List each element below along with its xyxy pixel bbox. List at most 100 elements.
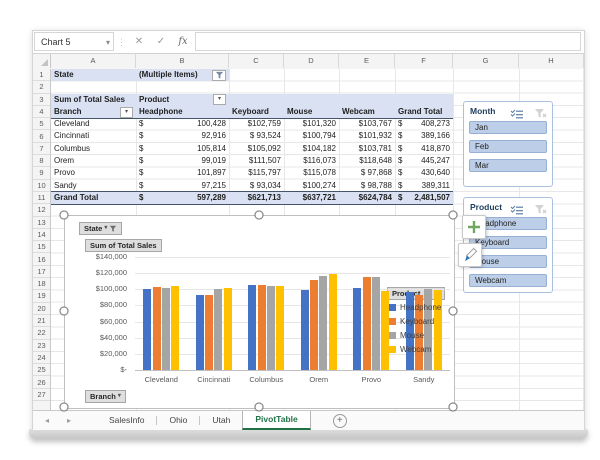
sheet-tab-pivottable[interactable]: PivotTable [242,411,311,430]
tab-scroll-left-icon[interactable]: ◂ [45,411,49,430]
row-header-11[interactable]: 11 [33,192,50,205]
chart-bar-mouse[interactable] [319,276,328,370]
page-filter-button[interactable] [212,69,226,81]
formula-input[interactable] [195,32,581,51]
column-header-E[interactable]: E [339,54,395,68]
column-header-A[interactable]: A [51,54,136,68]
legend-item-keyboard[interactable]: Keyboard [389,318,434,326]
chart-selection-handle[interactable] [448,402,458,412]
slicer-item-jan[interactable]: Jan [469,121,547,134]
legend-item-headphone[interactable]: Headphone [389,304,441,312]
column-field-dropdown-button[interactable]: ▾ [213,94,226,106]
row-header-14[interactable]: 14 [33,229,50,242]
chart-bar-webcam[interactable] [381,291,390,370]
chart-elements-button[interactable] [462,215,486,239]
chart-selection-handle[interactable] [448,210,458,220]
chart-page-field-button[interactable]: State ▾ [79,222,123,235]
row-header-5[interactable]: 5 [33,118,50,131]
row-header-15[interactable]: 15 [33,241,50,254]
row-header-10[interactable]: 10 [33,180,50,192]
sheet-tab-ohio[interactable]: Ohio [157,411,199,430]
row-header-16[interactable]: 16 [33,254,50,266]
chart-selection-handle[interactable] [59,210,69,220]
column-header-C[interactable]: C [229,54,284,68]
row-header-13[interactable]: 13 [33,217,50,229]
chart-bar-mouse[interactable] [214,288,223,370]
row-header-24[interactable]: 24 [33,352,50,365]
chart-bar-webcam[interactable] [276,286,285,370]
chart-bar-mouse[interactable] [424,289,433,370]
column-header-H[interactable]: H [519,54,584,68]
sheet-tab-utah[interactable]: Utah [200,411,242,430]
chart-bar-keyboard[interactable] [152,287,161,370]
row-header-25[interactable]: 25 [33,364,50,377]
row-header-12[interactable]: 12 [33,204,50,217]
pivot-grand-total-row: Grand Total $597,289 $621,713 $637,721 $624,… [51,191,453,205]
chart-bar-keyboard[interactable] [257,285,266,370]
row-header-20[interactable]: 20 [33,303,50,315]
chart-bar-keyboard[interactable] [205,294,214,370]
chart-bar-headphone[interactable] [353,287,362,370]
legend-item-mouse[interactable]: Mouse [389,332,424,340]
chart-bar-keyboard[interactable] [310,279,319,370]
chart-selection-handle[interactable] [448,306,458,316]
chart-styles-button[interactable] [458,243,482,267]
cancel-icon[interactable]: ✕ [129,31,149,53]
chart-bar-keyboard[interactable] [362,276,371,370]
chart-bar-headphone[interactable] [143,288,152,370]
column-header-F[interactable]: F [395,54,453,68]
slicer-item-feb[interactable]: Feb [469,140,547,153]
chart-selection-handle[interactable] [254,402,263,412]
row-header-6[interactable]: 6 [33,131,50,143]
row-header-26[interactable]: 26 [33,377,50,389]
name-box-dropdown-icon[interactable]: ▾ [106,33,110,52]
legend-item-webcam[interactable]: Webcam [389,346,431,354]
row-field-dropdown-button[interactable]: ▾ [120,106,133,118]
chart-bar-headphone[interactable] [248,284,257,370]
pivot-chart[interactable]: State ▾ Sum of Total Sales Product ▾ Bra… [64,215,455,409]
select-all-button[interactable] [33,54,51,68]
new-sheet-button[interactable]: + [332,413,347,428]
chart-bar-mouse[interactable] [266,285,275,370]
column-header-D[interactable]: D [284,54,339,68]
row-header-3[interactable]: 3 [33,94,50,106]
pivot-table[interactable]: Sum of Total Sales Product ▾ Branch ▾ Headpho… [51,93,453,205]
chart-axis-field-button[interactable]: Branch ▾ [85,390,126,403]
legend-swatch [389,304,396,311]
pivot-mouse-cell: $115,078 [303,168,336,178]
row-header-21[interactable]: 21 [33,315,50,328]
row-header-27[interactable]: 27 [33,389,50,402]
row-header-19[interactable]: 19 [33,290,50,303]
chart-bar-webcam[interactable] [328,274,337,370]
row-header-17[interactable]: 17 [33,266,50,279]
chart-bar-webcam[interactable] [223,287,232,370]
row-header-22[interactable]: 22 [33,327,50,340]
chart-bar-webcam[interactable] [171,286,180,370]
chart-bar-mouse[interactable] [371,277,380,370]
row-header-7[interactable]: 7 [33,143,50,156]
chart-bar-headphone[interactable] [300,290,309,370]
slicer-item-webcam[interactable]: Webcam [469,274,547,287]
row-header-2[interactable]: 2 [33,81,50,94]
row-header-9[interactable]: 9 [33,167,50,180]
slicer-item-mar[interactable]: Mar [469,159,547,172]
insert-function-icon[interactable]: fx [173,31,193,53]
chart-selection-handle[interactable] [59,306,69,316]
row-header-23[interactable]: 23 [33,340,50,352]
chart-selection-handle[interactable] [59,402,69,412]
row-header-4[interactable]: 4 [33,106,50,119]
column-header-G[interactable]: G [453,54,519,68]
column-header-B[interactable]: B [136,54,229,68]
enter-icon[interactable]: ✓ [151,31,171,53]
row-header-18[interactable]: 18 [33,278,50,291]
tab-scroll-right-icon[interactable]: ▸ [67,411,71,430]
chart-bar-mouse[interactable] [161,288,170,370]
name-box[interactable]: Chart 5 ▾ [34,32,114,51]
slicer-month[interactable]: Month Jan Feb Mar [463,101,553,187]
row-header-1[interactable]: 1 [33,69,50,82]
row-header-8[interactable]: 8 [33,155,50,168]
chart-values-field-button[interactable]: Sum of Total Sales [85,239,162,252]
chart-selection-handle[interactable] [254,210,263,220]
sheet-tab-salesinfo[interactable]: SalesInfo [97,411,156,430]
chart-bar-headphone[interactable] [195,295,204,370]
